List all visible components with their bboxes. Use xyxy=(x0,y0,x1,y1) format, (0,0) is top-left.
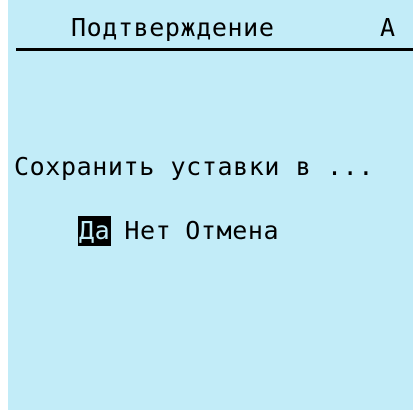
header-indicator: А xyxy=(380,13,396,42)
screen-header: Подтверждение А xyxy=(8,0,413,56)
yes-option[interactable]: Да xyxy=(78,216,112,246)
page-title: Подтверждение xyxy=(71,13,275,42)
confirm-message: Сохранить уставки в ... xyxy=(14,152,374,181)
confirm-options: Да Нет Отмена xyxy=(78,216,280,246)
no-option[interactable]: Нет xyxy=(123,216,172,246)
header-underline xyxy=(16,48,413,51)
cancel-option[interactable]: Отмена xyxy=(184,216,280,246)
lcd-screen: Подтверждение А Сохранить уставки в ... … xyxy=(8,0,413,410)
